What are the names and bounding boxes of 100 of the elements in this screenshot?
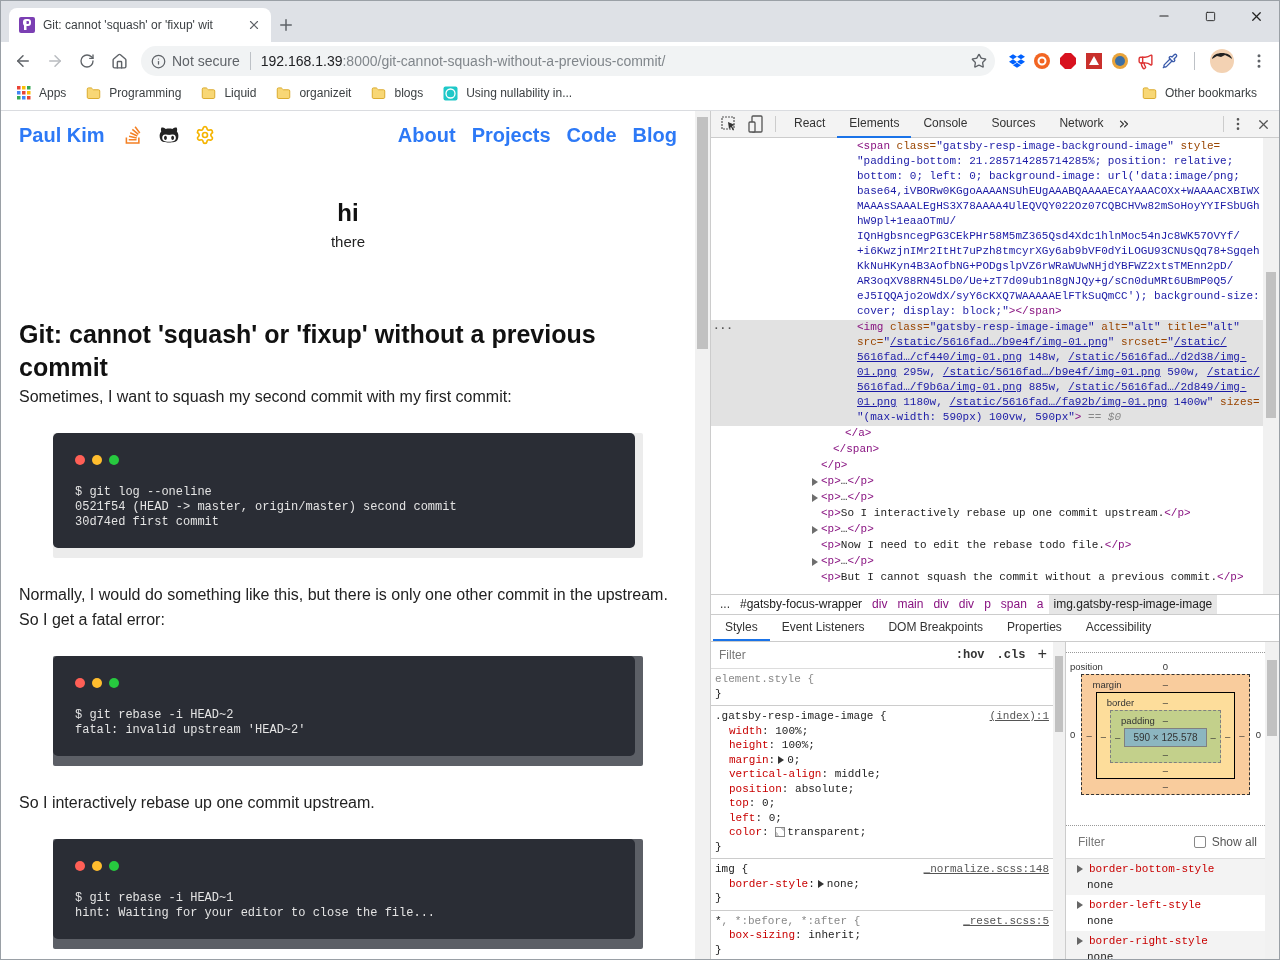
box-value: – — [1161, 780, 1170, 794]
devtools-tab[interactable]: Network — [1047, 110, 1116, 138]
dom-node[interactable]: </a> — [711, 426, 1263, 442]
bookmark[interactable]: Liquid — [199, 82, 263, 104]
site-brand-link[interactable]: Paul Kim — [19, 123, 105, 147]
bookmark-star-icon[interactable] — [971, 53, 987, 69]
sidebar-tab[interactable]: Styles — [713, 614, 770, 641]
sidebar-tab[interactable]: Event Listeners — [769, 614, 877, 641]
close-icon[interactable] — [247, 18, 261, 32]
sidebar-tab[interactable]: DOM Breakpoints — [876, 614, 996, 641]
home-icon[interactable] — [110, 52, 128, 70]
dom-node[interactable]: </span> — [711, 442, 1263, 458]
box-value: – — [1223, 730, 1232, 744]
breadcrumb[interactable]: div — [867, 595, 893, 614]
code-line: 5616fad…/cf440/img-01.png 148w, /static/5616fad…/d2d38/img- — [857, 350, 1248, 365]
breadcrumb[interactable]: span — [995, 595, 1032, 614]
sidebar-tab[interactable]: Accessibility — [1073, 614, 1164, 641]
link[interactable]: 5616fad…/cf440/img-01.png — [857, 351, 1023, 363]
bookmark[interactable]: organizeit — [274, 82, 358, 104]
show-all-checkbox[interactable]: Show all — [1193, 835, 1257, 849]
devtools-tab[interactable]: Console — [911, 110, 980, 138]
link[interactable]: 01.png — [857, 366, 897, 378]
devtools-tab[interactable]: Sources — [979, 110, 1048, 138]
avatar-icon[interactable] — [1209, 48, 1235, 74]
dom-node[interactable]: </p> — [711, 458, 1263, 474]
nav-link[interactable]: Blog — [632, 123, 677, 147]
expand-triangle-icon[interactable] — [1077, 901, 1083, 909]
dropbox-icon[interactable] — [1009, 53, 1025, 69]
scrollbar[interactable] — [1263, 138, 1279, 594]
source-link[interactable]: (index):1 — [989, 709, 1049, 724]
reload-icon[interactable] — [79, 53, 95, 69]
breadcrumb[interactable]: #gatsby-focus-wrapper — [735, 595, 868, 614]
css-declaration: left: 0; — [728, 810, 783, 825]
extension-icon[interactable] — [1085, 52, 1103, 70]
expand-triangle-icon[interactable] — [778, 755, 785, 764]
browser-tab[interactable]: Git: cannot 'squash' or 'fixup' wit — [9, 8, 271, 42]
sidebar-tab[interactable]: Properties — [995, 614, 1074, 641]
bookmark[interactable]: Using nullability in... — [441, 82, 579, 104]
hov-button[interactable]: :hov — [953, 648, 987, 662]
link[interactable]: 01.png — [857, 396, 897, 408]
bookmark[interactable]: Other bookmarks — [1139, 82, 1263, 104]
dom-node[interactable]: <p>But I cannot squash the commit without a previous commit.</p> — [711, 570, 1263, 586]
row-menu-button[interactable]: ... — [713, 320, 733, 332]
security-label: Not secure — [172, 53, 240, 69]
breadcrumb[interactable]: img.gatsby-resp-image-image — [1048, 595, 1218, 614]
dom-node[interactable]: <p>…</p> — [711, 490, 1263, 506]
link[interactable]: /static/ — [1173, 336, 1227, 348]
nav-link[interactable]: Projects — [471, 123, 551, 147]
link[interactable]: 5616fad…/f9b6a/img-01.png — [857, 381, 1023, 393]
color-swatch[interactable] — [775, 827, 786, 838]
link[interactable]: /static/5616fad…/2d849/img- — [1068, 381, 1247, 393]
adblock-octagon-icon[interactable] — [1059, 52, 1077, 70]
link[interactable]: /static/ — [1206, 366, 1260, 378]
devtools-tab[interactable]: React — [782, 110, 838, 138]
nav-link[interactable]: About — [397, 123, 456, 147]
dom-node[interactable]: <p>So I interactively rebase up one commit upstream.</p> — [711, 506, 1263, 522]
code-line: cover; display: block;"></span> — [857, 304, 1063, 319]
plus-icon[interactable] — [277, 16, 295, 34]
link[interactable]: /static/5616fad…/b9e4f/img-01.png — [890, 336, 1108, 348]
bookmark[interactable]: Programming — [84, 82, 188, 104]
scrollbar[interactable] — [695, 111, 711, 959]
cls-button[interactable]: .cls — [994, 648, 1028, 662]
scrollbar[interactable] — [1053, 642, 1065, 959]
bookmark[interactable]: Apps — [15, 83, 73, 103]
dom-node[interactable] — [711, 320, 1263, 426]
property-name: border-right-style — [1089, 934, 1208, 949]
link[interactable]: /static/5616fad…/fa92b/img-01.png — [949, 396, 1168, 408]
dom-node[interactable]: <p>…</p> — [711, 474, 1263, 490]
breadcrumb[interactable]: p — [979, 595, 996, 614]
code-line: IQnHgbsncegPG3CEkPHr58M5mZ365Qsd4Xdc1hlnMoc54nJc8WK57OVYf/ — [857, 229, 1241, 244]
breadcrumb[interactable]: main — [892, 595, 929, 614]
dom-node[interactable]: <p>…</p> — [711, 522, 1263, 538]
paragraph: So I interactively rebase up one commit upstream. — [19, 793, 376, 813]
new-rule-button[interactable]: + — [1035, 646, 1049, 664]
breadcrumb[interactable]: div — [953, 595, 980, 614]
breadcrumb[interactable]: div — [928, 595, 954, 614]
dom-node[interactable]: <p>Now I need to edit the rebase todo file.</p> — [711, 538, 1263, 554]
css-declaration: color: transparent; — [728, 825, 868, 840]
extension-icon[interactable] — [1111, 52, 1129, 70]
megaphone-icon[interactable] — [1137, 52, 1154, 70]
bookmark[interactable]: blogs — [369, 82, 430, 104]
link[interactable]: /static/5616fad…/d2d38/img- — [1068, 351, 1247, 363]
extension-icon[interactable] — [1033, 52, 1051, 70]
box-value: – — [1161, 748, 1170, 762]
eyedropper-icon[interactable] — [1162, 53, 1178, 69]
source-link[interactable]: _reset.scss:5 — [963, 913, 1049, 928]
nav-link[interactable]: Code — [566, 123, 617, 147]
link[interactable]: /static/5616fad…/b9e4f/img-01.png — [942, 366, 1161, 378]
devtools-tab[interactable]: Elements — [837, 110, 912, 138]
source-link[interactable]: _normalize.scss:148 — [923, 862, 1049, 877]
breadcrumb[interactable]: a — [1031, 595, 1049, 614]
breadcrumb-menu[interactable]: ... — [715, 595, 735, 614]
address-bar[interactable]: Not secure 192.168.1.39:8000/git-cannot-squash-without-a-previous-commit/ — [141, 46, 995, 76]
scrollbar[interactable] — [1265, 642, 1279, 959]
cat-icon[interactable] — [158, 125, 179, 145]
dom-node[interactable]: <p>…</p> — [711, 554, 1263, 570]
maximize-icon[interactable] — [1204, 10, 1216, 22]
apps-grid-icon — [17, 86, 31, 100]
expand-triangle-icon[interactable] — [817, 879, 824, 888]
terminal-line: $ git rebase -i HEAD~2 — [75, 708, 235, 723]
